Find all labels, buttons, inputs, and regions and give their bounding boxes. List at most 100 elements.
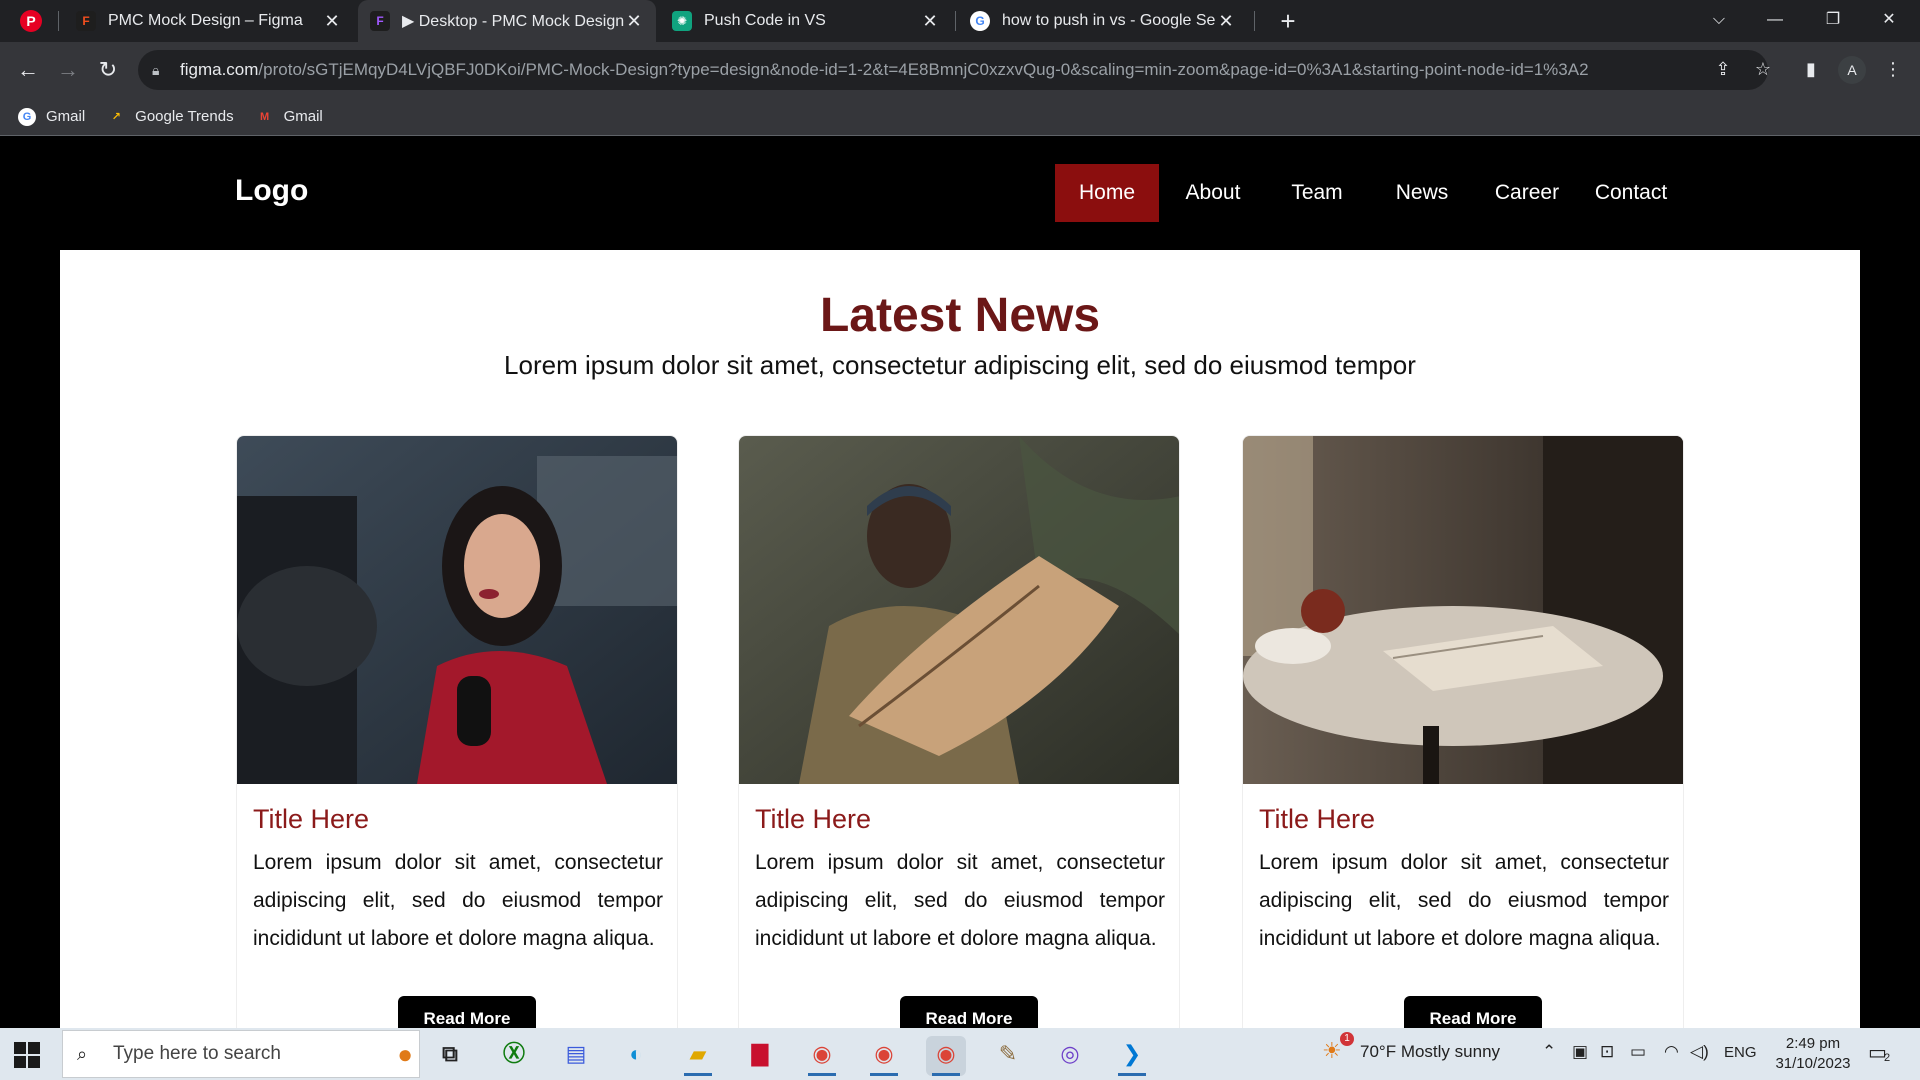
paint-icon[interactable]: ✎ — [988, 1036, 1028, 1076]
google-icon: G — [18, 107, 36, 126]
wifi-icon[interactable]: ◠ — [1664, 1042, 1679, 1062]
news-card: Title Here Lorem ipsum dolor sit amet, c… — [738, 435, 1180, 1028]
weather-text[interactable]: 70°F Mostly sunny — [1360, 1042, 1500, 1062]
lock-icon: 🔒︎ — [152, 61, 160, 78]
nav-contact[interactable]: Contact — [1586, 164, 1676, 222]
battery-icon[interactable]: ▭ — [1630, 1042, 1646, 1062]
search-icon: ⌕ — [77, 1043, 88, 1064]
nav-career[interactable]: Career — [1486, 164, 1568, 222]
back-arrow-icon[interactable]: ← — [12, 54, 44, 86]
bookmark-label: Google Trends — [135, 108, 234, 125]
news-card: Title Here Lorem ipsum dolor sit amet, c… — [1242, 435, 1684, 1028]
taskbar-clock[interactable]: 2:49 pm 31/10/2023 — [1768, 1034, 1858, 1074]
read-more-button[interactable]: Read More — [1404, 996, 1542, 1028]
reporter-photo — [237, 436, 677, 784]
prototype-canvas: Logo Home About Team News Career Contact… — [0, 136, 1920, 1028]
windows-start-icon[interactable] — [12, 1040, 42, 1070]
bookmark-label: Gmail — [283, 108, 323, 125]
site-logo[interactable]: Logo — [235, 174, 308, 208]
side-panel-icon[interactable]: ▮ — [1800, 58, 1822, 80]
tab-title: Push Code in VS — [704, 12, 826, 29]
tab-search-chevron-icon[interactable]: ⌵ — [1696, 0, 1742, 42]
share-icon[interactable]: ⇪ — [1712, 58, 1734, 80]
close-tab-icon[interactable]: ✕ — [624, 11, 644, 32]
url-host: figma.com — [180, 60, 259, 79]
nav-team[interactable]: Team — [1278, 164, 1356, 222]
close-tab-icon[interactable]: ✕ — [1216, 11, 1236, 32]
meet-icon[interactable]: ▣ — [1572, 1042, 1588, 1062]
network-status-icon[interactable]: ⊡ — [1600, 1042, 1614, 1062]
newspaper-reader-photo — [739, 436, 1179, 784]
chrome-profile-icon[interactable]: ◉ — [802, 1036, 842, 1076]
github-desktop-icon[interactable]: ◎ — [1050, 1036, 1090, 1076]
google-icon: G — [970, 11, 990, 31]
search-placeholder: Type here to search — [113, 1043, 281, 1064]
close-tab-icon[interactable]: ✕ — [920, 11, 940, 32]
trends-icon: ↗ — [111, 110, 121, 123]
bookmark-gmail[interactable]: M Gmail — [256, 108, 323, 126]
pinterest-pinned-tab[interactable]: P — [20, 10, 42, 32]
close-tab-icon[interactable]: ✕ — [322, 11, 342, 32]
tab-separator — [1254, 11, 1255, 31]
gmail-icon: M — [259, 110, 270, 123]
close-window-button[interactable]: ✕ — [1866, 0, 1912, 42]
address-bar[interactable]: 🔒︎ figma.com /proto/sGTjEMqyD4LVjQBFJ0DK… — [138, 50, 1768, 90]
tab-title: how to push in vs - Google Sear — [1002, 12, 1216, 29]
new-tab-button[interactable]: + — [1272, 5, 1304, 37]
volume-icon[interactable]: ◁) — [1690, 1042, 1709, 1062]
tab-title: PMC Mock Design – Figma — [108, 12, 303, 29]
vscode-icon[interactable]: ❯ — [1112, 1036, 1152, 1076]
chrome-profile-icon[interactable]: ◉ — [864, 1036, 904, 1076]
task-view-icon[interactable]: ⧉ — [430, 1036, 470, 1076]
language-indicator[interactable]: ENG — [1724, 1044, 1757, 1061]
card-text: Lorem ipsum dolor sit amet, consectetur … — [1259, 851, 1669, 950]
url-path: /proto/sGTjEMqyD4LVjQBFJ0DKoi/PMC-Mock-D… — [258, 60, 1589, 79]
read-more-button[interactable]: Read More — [900, 996, 1038, 1028]
storage-app-icon[interactable]: ▤ — [556, 1036, 596, 1076]
bookmark-google-trends[interactable]: ↗ Google Trends — [107, 108, 234, 126]
forward-arrow-icon[interactable]: → — [52, 54, 84, 86]
nav-news[interactable]: News — [1382, 164, 1462, 222]
browser-toolbar: ← → ↻ 🔒︎ figma.com /proto/sGTjEMqyD4LVjQ… — [0, 42, 1920, 98]
chatgpt-icon: ✺ — [672, 11, 692, 31]
bookmark-gmail-google[interactable]: G Gmail — [18, 107, 85, 126]
show-hidden-icons-chevron-icon[interactable]: ⌃ — [1542, 1042, 1556, 1062]
tab-chatgpt[interactable]: ✺ Push Code in VS ✕ — [660, 0, 952, 42]
profile-avatar[interactable]: A — [1838, 56, 1866, 84]
xbox-icon[interactable]: Ⓧ — [494, 1036, 534, 1076]
tab-title: ▶ Desktop - PMC Mock Design — [402, 13, 624, 30]
nav-home[interactable]: Home — [1055, 164, 1159, 222]
red-app-icon[interactable]: ▇ — [740, 1036, 780, 1076]
news-section: Latest News Lorem ipsum dolor sit amet, … — [60, 250, 1860, 1028]
menu-kebab-icon[interactable]: ⋮ — [1882, 58, 1904, 80]
tab-google-search[interactable]: G how to push in vs - Google Sear ✕ — [958, 0, 1248, 42]
weather-icon[interactable]: ☀ — [1322, 1038, 1342, 1064]
section-title: Latest News — [819, 289, 1101, 342]
clock-time: 2:49 pm — [1785, 1035, 1841, 1052]
read-more-button[interactable]: Read More — [398, 996, 536, 1028]
tab-separator — [955, 11, 956, 31]
clock-date: 31/10/2023 — [1775, 1055, 1851, 1072]
tab-separator — [58, 11, 59, 31]
newspaper-table-photo — [1243, 436, 1683, 784]
tab-figma-prototype[interactable]: F ▶ Desktop - PMC Mock Design ✕ — [358, 0, 656, 42]
restore-button[interactable]: ❐ — [1810, 0, 1856, 42]
edge-icon[interactable]: ◐ — [616, 1036, 656, 1076]
tab-figma-file[interactable]: F PMC Mock Design – Figma ✕ — [64, 0, 354, 42]
figma-icon: F — [76, 11, 96, 31]
bookmarks-bar: G Gmail ↗ Google Trends M Gmail — [0, 98, 1920, 136]
bookmark-star-icon[interactable]: ☆ — [1752, 58, 1774, 80]
notification-count: 2 — [1884, 1052, 1891, 1064]
card-text: Lorem ipsum dolor sit amet, consectetur … — [755, 851, 1165, 950]
tab-strip: P F PMC Mock Design – Figma ✕ F ▶ Deskto… — [0, 0, 1920, 42]
news-card: Title Here Lorem ipsum dolor sit amet, c… — [236, 435, 678, 1028]
reload-icon[interactable]: ↻ — [92, 54, 124, 86]
nav-about[interactable]: About — [1172, 164, 1254, 222]
taskbar-search-input[interactable]: ⌕ Type here to search ● — [62, 1030, 420, 1078]
card-title: Title Here — [1259, 804, 1376, 834]
card-text: Lorem ipsum dolor sit amet, consectetur … — [253, 851, 663, 950]
minimize-button[interactable]: — — [1752, 0, 1798, 42]
card-title: Title Here — [253, 804, 370, 834]
file-explorer-icon[interactable]: ▰ — [678, 1036, 718, 1076]
chrome-active-icon[interactable]: ◉ — [926, 1036, 966, 1076]
